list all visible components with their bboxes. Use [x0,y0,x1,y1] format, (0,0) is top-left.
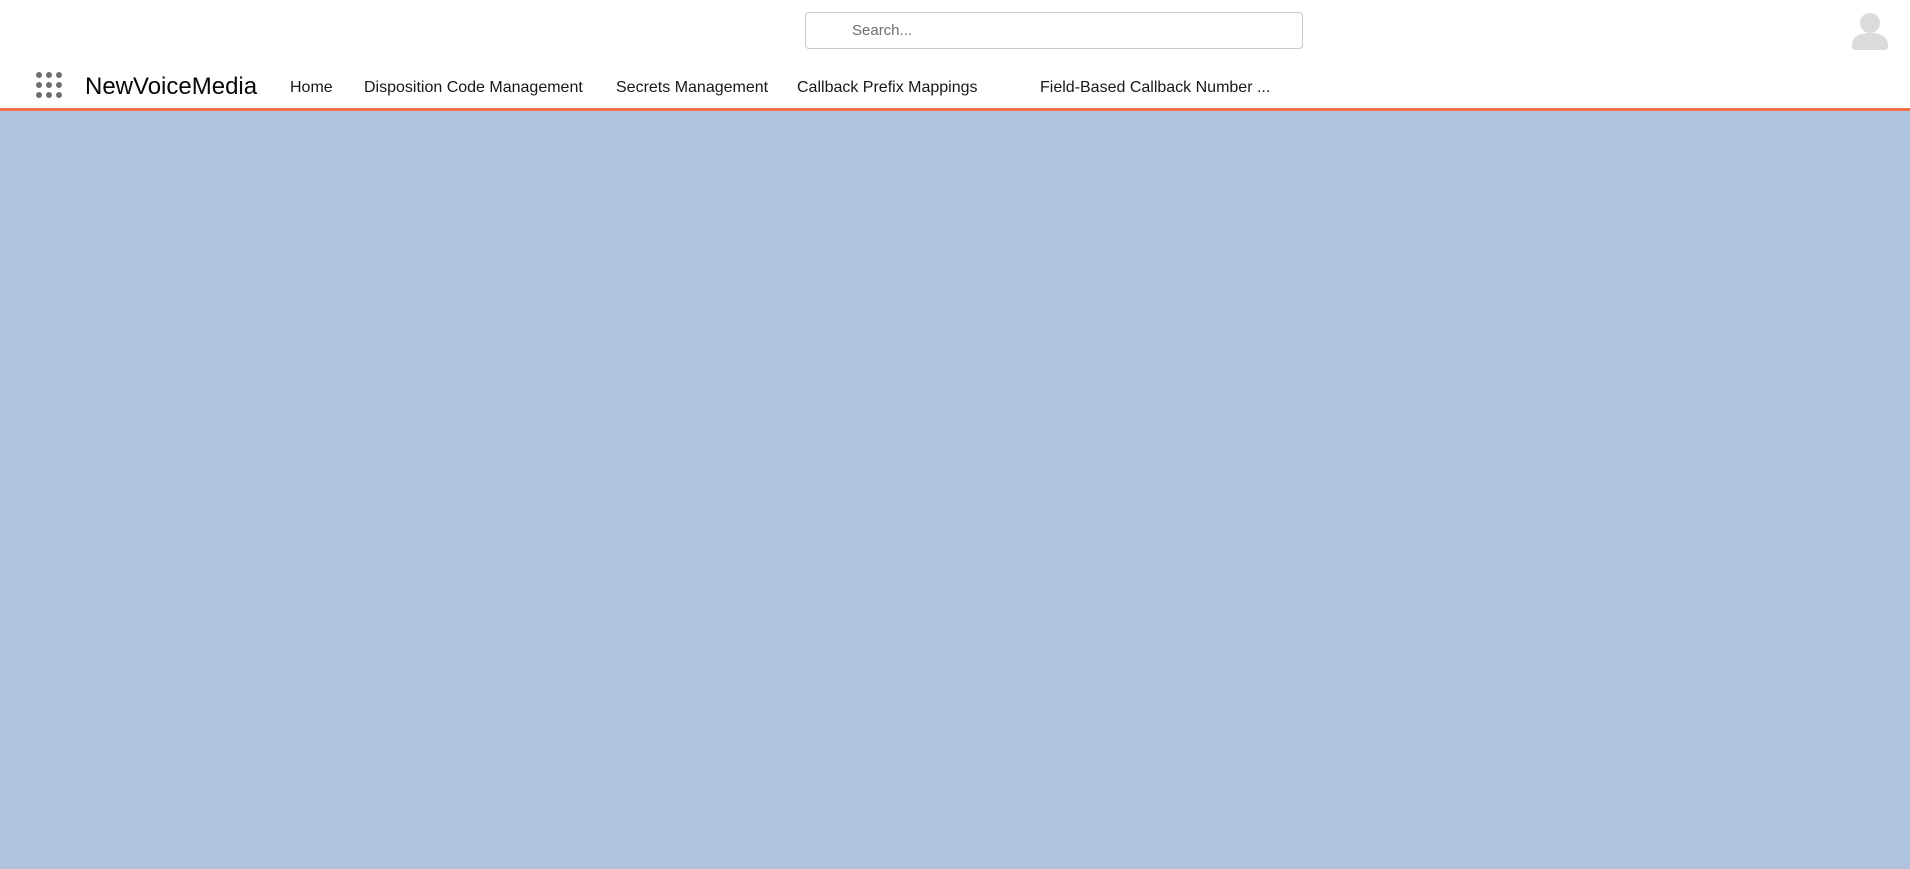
nav-item-disposition-code-management[interactable]: Disposition Code Management [364,78,583,98]
nav-item-home[interactable]: Home [290,78,333,98]
nav-item-field-based-callback-number[interactable]: Field-Based Callback Number ... [1040,78,1270,98]
global-header [0,0,1910,64]
app-navigation-bar: NewVoiceMedia Home Disposition Code Mana… [0,64,1910,111]
nav-item-callback-prefix-mappings[interactable]: Callback Prefix Mappings [797,78,978,98]
main-content-area [0,111,1910,869]
global-search-input[interactable] [806,13,1302,48]
app-launcher-grid-icon[interactable] [36,72,64,100]
nav-item-secrets-management[interactable]: Secrets Management [616,78,768,98]
app-name: NewVoiceMedia [85,73,258,100]
global-search-box[interactable] [805,12,1303,49]
user-avatar-icon[interactable] [1851,10,1889,50]
